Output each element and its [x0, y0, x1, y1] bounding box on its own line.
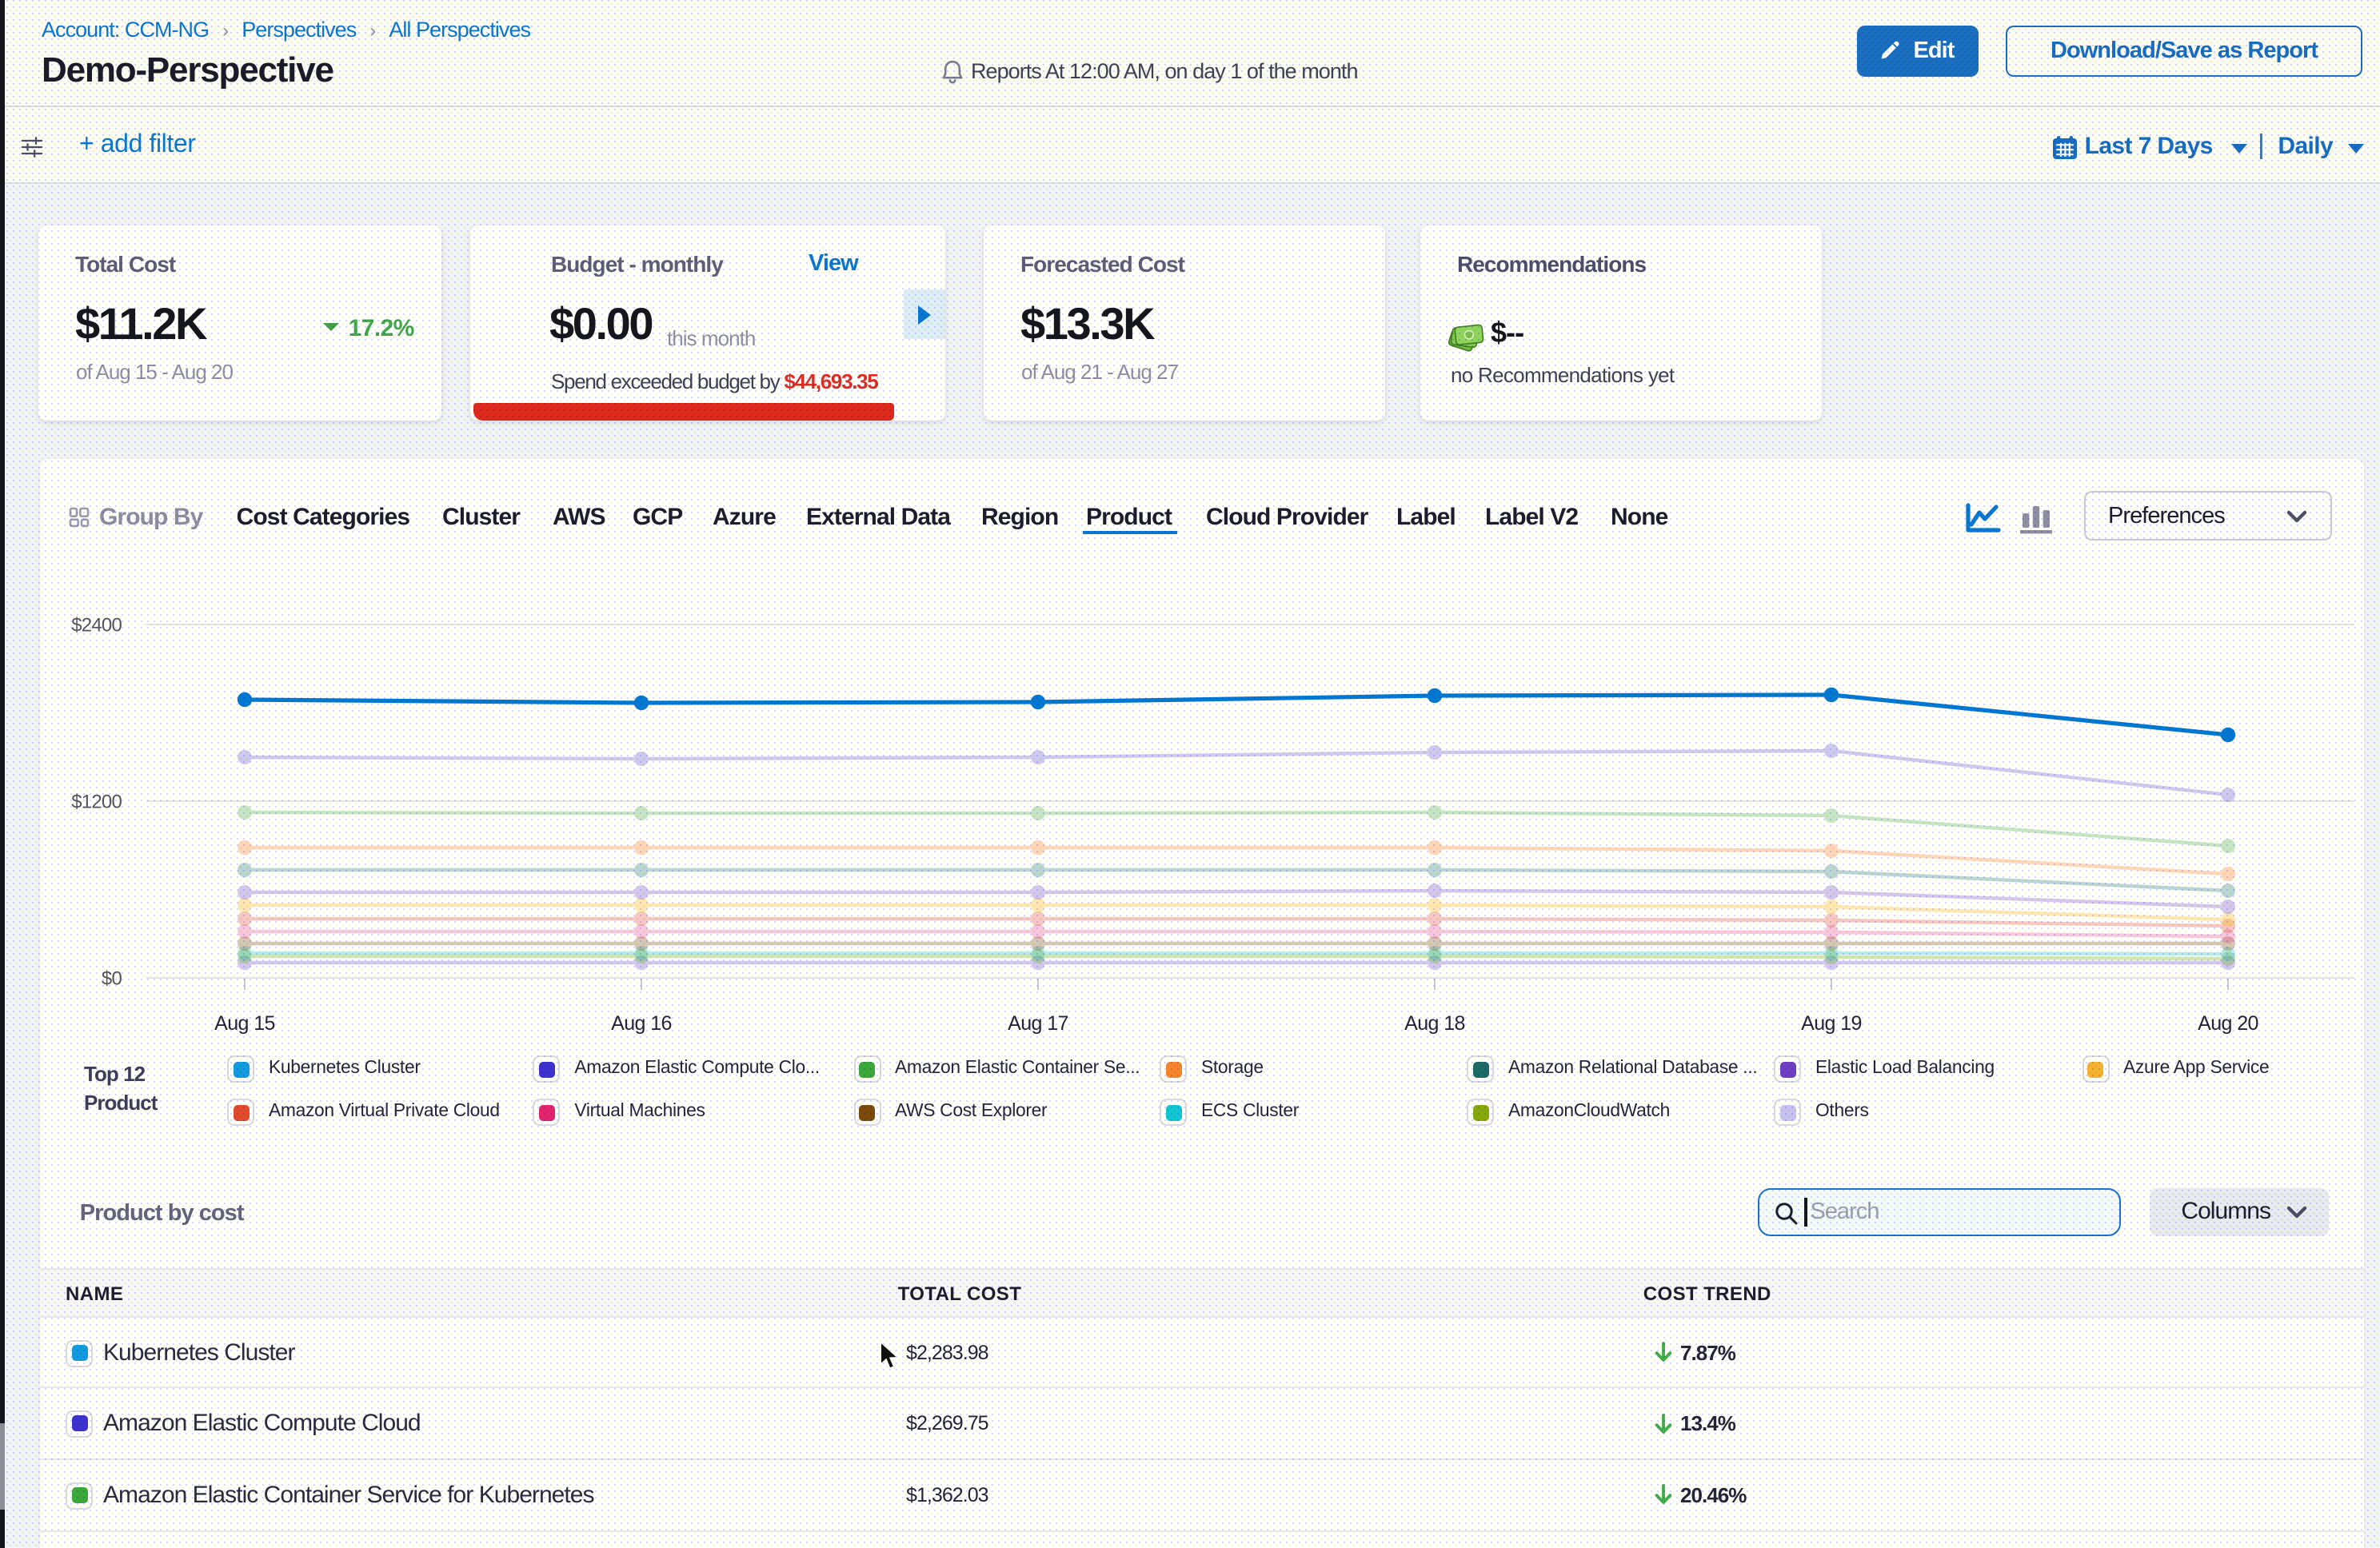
svg-text:$2400: $2400: [70, 613, 121, 635]
svg-text:Aug 20: Aug 20: [2197, 1011, 2258, 1034]
svg-text:Aug 17: Aug 17: [1007, 1011, 1068, 1034]
svg-text:$1200: $1200: [70, 790, 121, 812]
svg-text:Aug 18: Aug 18: [1404, 1011, 1464, 1034]
svg-text:Aug 16: Aug 16: [610, 1011, 671, 1034]
svg-text:Aug 15: Aug 15: [214, 1011, 274, 1034]
svg-text:Aug 19: Aug 19: [1800, 1011, 1861, 1034]
svg-text:$0: $0: [101, 967, 122, 988]
